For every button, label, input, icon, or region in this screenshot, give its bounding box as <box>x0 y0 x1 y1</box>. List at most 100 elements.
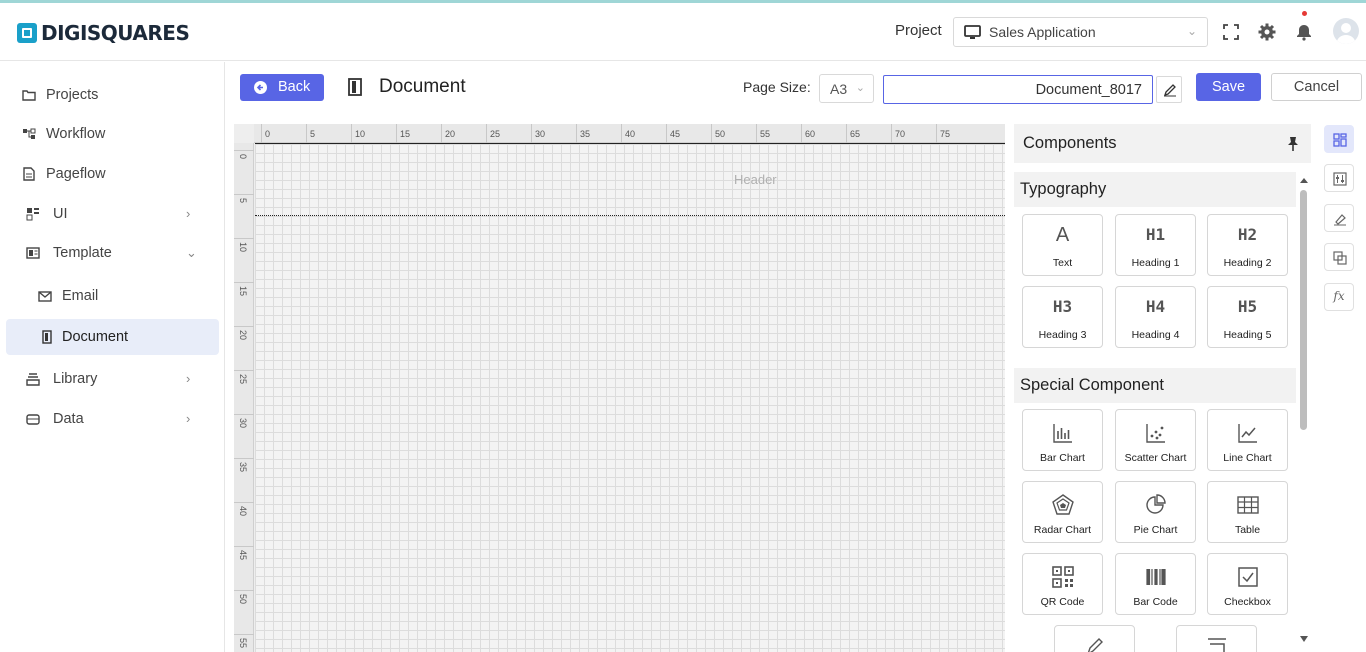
ruler-tick-mark <box>234 590 254 591</box>
component-divider[interactable] <box>1176 625 1257 652</box>
bell-icon[interactable] <box>1295 23 1313 41</box>
ruler-tick-label: 5 <box>238 198 248 204</box>
component-signature[interactable] <box>1054 625 1135 652</box>
mail-icon <box>38 291 52 302</box>
canvas-grid[interactable] <box>255 144 1005 652</box>
layers-icon <box>1333 251 1347 265</box>
component-heading-1[interactable]: H1 Heading 1 <box>1115 214 1196 276</box>
component-label: Line Chart <box>1223 452 1272 464</box>
component-checkbox[interactable]: Checkbox <box>1207 553 1288 615</box>
gear-icon[interactable] <box>1258 23 1276 41</box>
sidebar-item-document[interactable]: Document <box>6 319 219 355</box>
table-icon <box>1237 496 1259 514</box>
heading-1-icon: H1 <box>1145 225 1166 244</box>
fullscreen-icon[interactable] <box>1222 23 1240 41</box>
pin-icon[interactable] <box>1286 136 1300 152</box>
avatar[interactable] <box>1333 18 1359 44</box>
ruler-tick-mark <box>711 124 712 143</box>
back-button[interactable]: Back <box>240 74 324 101</box>
typography-section-header: Typography <box>1014 172 1296 207</box>
components-header: Components <box>1014 124 1311 163</box>
document-icon <box>42 330 52 344</box>
component-bar-code[interactable]: Bar Code <box>1115 553 1196 615</box>
arrow-left-icon <box>254 81 267 94</box>
sidebar-item-label: Document <box>62 329 129 345</box>
component-line-chart[interactable]: Line Chart <box>1207 409 1288 471</box>
ruler-tick-label: 45 <box>670 129 681 139</box>
ruler-tick-mark <box>576 124 577 143</box>
ruler-tick-mark <box>234 502 254 503</box>
user-icon <box>1336 23 1356 44</box>
component-label: Heading 5 <box>1223 329 1272 341</box>
ruler-tick-mark <box>756 124 757 143</box>
save-button[interactable]: Save <box>1196 73 1261 101</box>
scatter-chart-icon <box>1146 424 1165 443</box>
component-table[interactable]: Table <box>1207 481 1288 543</box>
ruler-tick-label: 25 <box>238 374 248 385</box>
document-canvas[interactable]: 0 5 10 15 20 25 30 35 40 45 50 55 60 65 70 75 0 5 10 15 20 2… <box>234 124 1005 652</box>
ruler-tick-label: 10 <box>355 129 366 139</box>
sidebar-item-label: Data <box>53 411 84 427</box>
library-icon <box>26 373 40 386</box>
ruler-tick-label: 65 <box>850 129 861 139</box>
document-name-input[interactable] <box>883 75 1153 104</box>
component-heading-5[interactable]: H5 Heading 5 <box>1207 286 1288 348</box>
scrollbar-thumb[interactable] <box>1300 190 1307 430</box>
ruler-tick-label: 0 <box>238 154 248 160</box>
qr-code-icon <box>1052 566 1074 588</box>
component-label: Bar Code <box>1133 596 1178 608</box>
ruler-tick-label: 25 <box>490 129 501 139</box>
sidebar-item-projects[interactable]: Projects <box>0 77 225 113</box>
component-heading-2[interactable]: H2 Heading 2 <box>1207 214 1288 276</box>
sidebar-item-workflow[interactable]: Workflow <box>0 116 225 152</box>
style-tab-button[interactable] <box>1324 204 1354 232</box>
ruler-tick-label: 75 <box>940 129 951 139</box>
component-heading-4[interactable]: H4 Heading 4 <box>1115 286 1196 348</box>
ui-icon <box>26 208 39 221</box>
header-separator[interactable] <box>255 215 1005 216</box>
component-label: Scatter Chart <box>1124 452 1187 464</box>
component-bar-chart[interactable]: Bar Chart <box>1022 409 1103 471</box>
properties-icon <box>1333 172 1347 186</box>
function-icon: fx <box>1333 289 1345 303</box>
component-heading-3[interactable]: H3 Heading 3 <box>1022 286 1103 348</box>
component-scatter-chart[interactable]: Scatter Chart <box>1115 409 1196 471</box>
sidebar-item-email[interactable]: Email <box>0 278 225 314</box>
sidebar-item-label: Pageflow <box>46 166 106 182</box>
component-label: Bar Chart <box>1040 452 1085 464</box>
sidebar-item-library[interactable]: Library › <box>0 361 225 397</box>
component-label: Table <box>1234 524 1261 536</box>
component-label: Checkbox <box>1224 596 1271 608</box>
ruler-tick-label: 5 <box>310 129 316 139</box>
text-icon: A <box>1055 224 1070 246</box>
components-tab-button[interactable] <box>1324 125 1354 153</box>
ruler-tick-mark <box>234 150 254 151</box>
component-radar-chart[interactable]: Radar Chart <box>1022 481 1103 543</box>
component-pie-chart[interactable]: Pie Chart <box>1115 481 1196 543</box>
edit-name-button[interactable] <box>1156 76 1182 103</box>
project-select[interactable]: Sales Application ⌄ <box>953 17 1208 47</box>
sidebar-item-template[interactable]: Template ⌄ <box>0 235 225 271</box>
section-icon <box>1208 638 1226 652</box>
brand-logo[interactable]: DIGISQUARES <box>17 21 190 45</box>
ruler-tick-mark <box>846 124 847 143</box>
heading-3-icon: H3 <box>1052 297 1073 316</box>
function-tab-button[interactable]: fx <box>1324 283 1354 311</box>
ruler-tick-label: 55 <box>760 129 771 139</box>
page-size-select[interactable]: A3 ⌄ <box>819 74 874 103</box>
heading-4-icon: H4 <box>1145 297 1166 316</box>
sidebar-item-data[interactable]: Data › <box>0 401 225 437</box>
component-text[interactable]: A Text <box>1022 214 1103 276</box>
component-qr-code[interactable]: QR Code <box>1022 553 1103 615</box>
ruler-tick-label: 60 <box>805 129 816 139</box>
cancel-button[interactable]: Cancel <box>1271 73 1362 101</box>
properties-tab-button[interactable] <box>1324 164 1354 192</box>
layers-tab-button[interactable] <box>1324 243 1354 271</box>
ruler-tick-mark <box>234 238 254 239</box>
heading-5-icon: H5 <box>1237 297 1258 316</box>
page-size-label: Page Size: <box>743 79 811 95</box>
sidebar-item-pageflow[interactable]: Pageflow <box>0 156 225 192</box>
component-label: Heading 4 <box>1131 329 1180 341</box>
sidebar-item-ui[interactable]: UI › <box>0 196 225 232</box>
sidebar-item-label: Workflow <box>46 126 106 142</box>
